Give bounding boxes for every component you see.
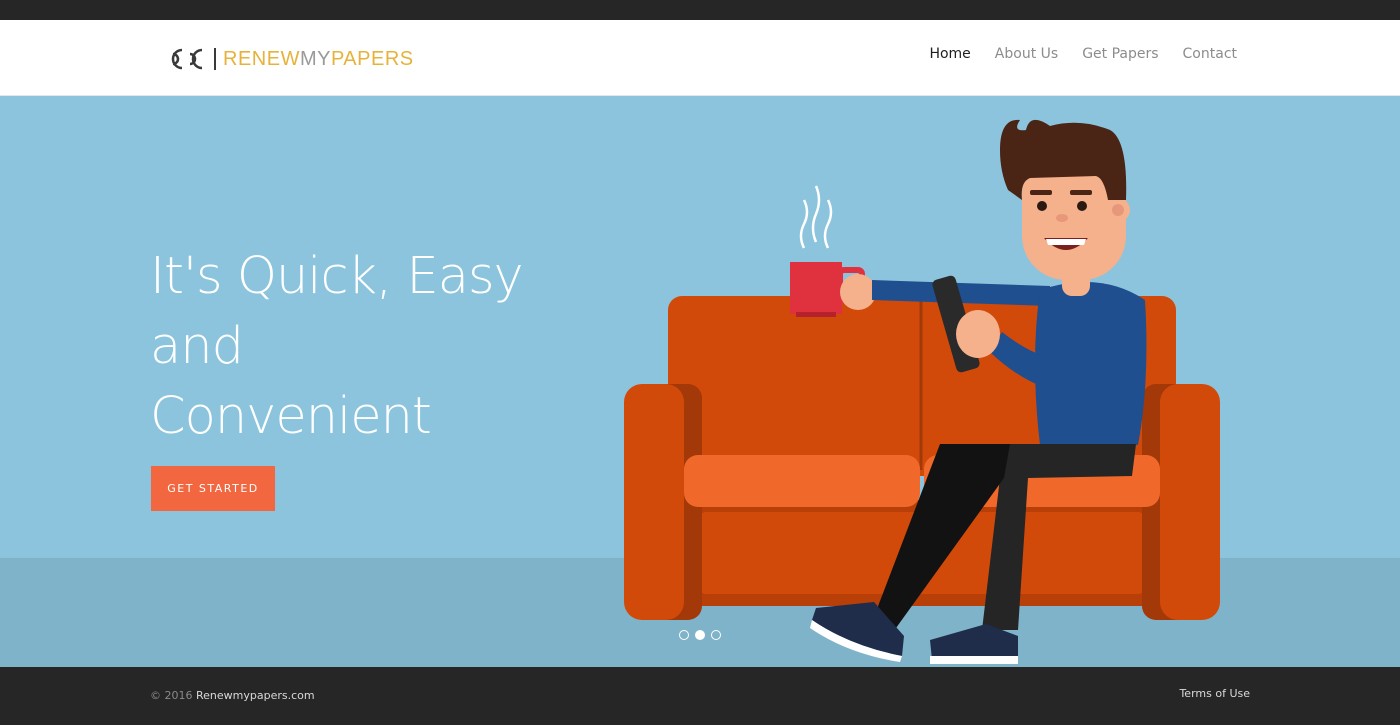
logo-word-my: MY — [299, 48, 331, 70]
logo-separator — [214, 48, 216, 70]
logo-word-papers: PAPERS — [330, 48, 414, 70]
hero-headline: It's Quick, Easy and Convenient — [150, 242, 570, 452]
headline-line-2: and — [150, 317, 244, 376]
headline-line-1: It's Quick, Easy — [150, 247, 524, 306]
copyright-prefix: © 2016 — [150, 689, 193, 702]
hero-slider: It's Quick, Easy and Convenient GET STAR… — [0, 96, 1400, 667]
logo-mark-icon — [171, 48, 203, 70]
site-header: RENEWMYPAPERS Home About Us Get Papers C… — [0, 20, 1400, 96]
logo-word-renew: RENEW — [223, 48, 300, 70]
nav-item-about-us[interactable]: About Us — [995, 44, 1058, 64]
nav-item-home[interactable]: Home — [929, 44, 970, 64]
nav-item-get-papers[interactable]: Get Papers — [1082, 44, 1158, 64]
carousel-dot-1[interactable] — [679, 630, 689, 640]
get-started-button[interactable]: GET STARTED — [151, 466, 275, 511]
logo-wordmark: RENEWMYPAPERS — [223, 46, 414, 72]
headline-line-3: Convenient — [150, 387, 432, 446]
site-logo[interactable]: RENEWMYPAPERS — [168, 46, 414, 72]
nav-item-contact[interactable]: Contact — [1183, 44, 1237, 64]
top-bar — [0, 0, 1400, 20]
terms-of-use-link[interactable]: Terms of Use — [1179, 687, 1250, 700]
man-on-couch-illustration-icon — [624, 119, 1220, 664]
copyright-text: © 2016 Renewmypapers.com — [150, 689, 315, 702]
carousel-dot-2[interactable] — [695, 630, 705, 640]
site-footer: © 2016 Renewmypapers.com Terms of Use — [0, 667, 1400, 725]
carousel-dots — [679, 630, 721, 640]
copyright-site-link[interactable]: Renewmypapers.com — [196, 689, 315, 702]
main-nav: Home About Us Get Papers Contact — [929, 44, 1237, 64]
carousel-dot-3[interactable] — [711, 630, 721, 640]
